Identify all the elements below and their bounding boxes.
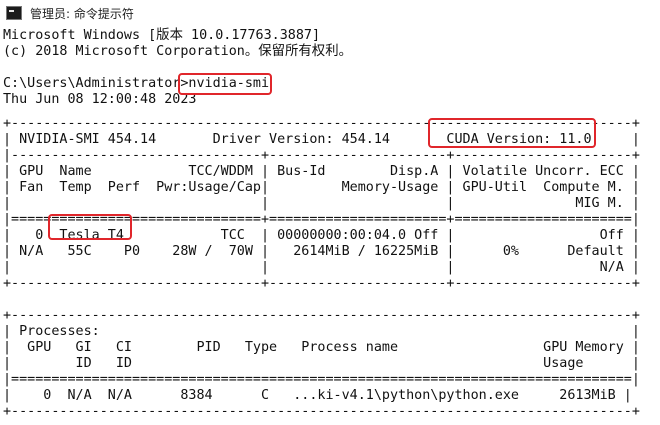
gpu-row-2: | N/A 55C P0 28W / 70W | 2614MiB / 16225…	[3, 244, 640, 259]
table-double-separator: |===============================+=======…	[3, 212, 640, 227]
table-columns-row-2: | Fan Temp Perf Pwr:Usage/Cap| Memory-Us…	[3, 180, 640, 195]
table-border-bottom: +-------------------------------+-------…	[3, 276, 640, 291]
processes-border-bottom: +---------------------------------------…	[3, 404, 640, 419]
console-line-version: Microsoft Windows [版本 10.0.17763.3887]	[3, 28, 321, 43]
processes-columns-row-1: | GPU GI CI PID Type Process name GPU Me…	[3, 340, 640, 355]
console-line-command: C:\Users\Administrator>nvidia-smi	[3, 76, 270, 91]
gpu-row-1: | 0 Tesla T4 TCC | 00000000:00:04.0 Off …	[3, 228, 640, 243]
table-columns-row-3: | | | MIG M. |	[3, 196, 640, 211]
processes-double-separator: |=======================================…	[3, 372, 640, 387]
processes-title: | Processes: |	[3, 324, 640, 339]
processes-border-top: +---------------------------------------…	[3, 308, 640, 323]
process-row: | 0 N/A N/A 8384 C ...ki-v4.1\python\pyt…	[3, 388, 632, 403]
window-title: 管理员: 命令提示符	[30, 6, 134, 21]
title-bar: 管理员: 命令提示符	[0, 0, 660, 26]
cmd-icon	[6, 6, 22, 20]
table-border-top: +---------------------------------------…	[3, 116, 640, 131]
table-columns-row-1: | GPU Name TCC/WDDM | Bus-Id Disp.A | Vo…	[3, 164, 640, 179]
table-separator: |-------------------------------+-------…	[3, 148, 640, 163]
processes-columns-row-2: | ID ID Usage |	[3, 356, 640, 371]
table-header-versions: | NVIDIA-SMI 454.14 Driver Version: 454.…	[3, 132, 640, 147]
console-output[interactable]: Microsoft Windows [版本 10.0.17763.3887] (…	[0, 28, 660, 425]
console-line-copyright: (c) 2018 Microsoft Corporation。保留所有权利。	[3, 44, 352, 59]
console-line-timestamp: Thu Jun 08 12:00:48 2023	[3, 92, 197, 107]
gpu-row-3: | | | N/A |	[3, 260, 640, 275]
